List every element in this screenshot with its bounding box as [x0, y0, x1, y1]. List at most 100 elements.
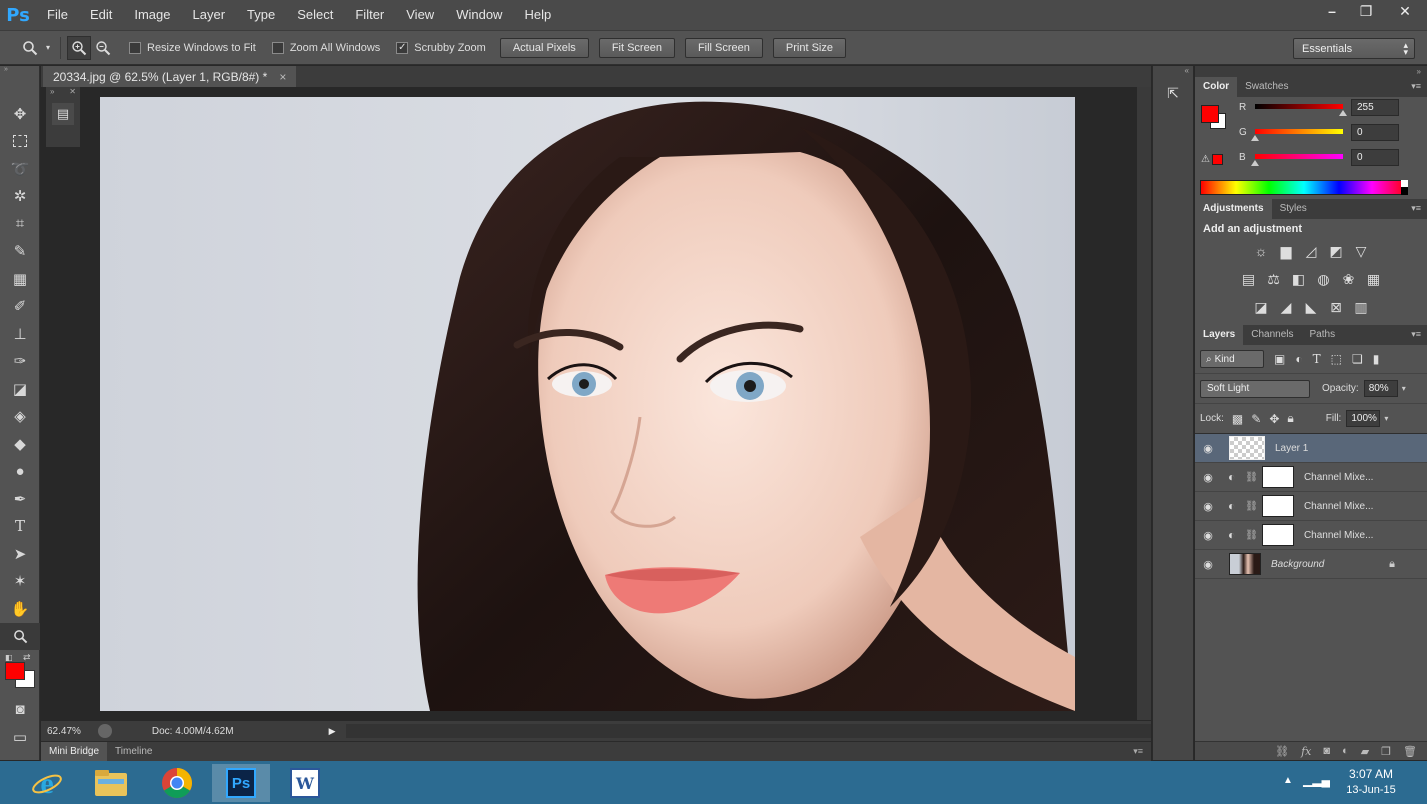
- clone-stamp-tool-icon[interactable]: ⊥: [0, 320, 40, 348]
- history-brush-tool-icon[interactable]: ✑: [0, 348, 40, 376]
- panel-menu-icon[interactable]: ▾≡: [1411, 203, 1421, 214]
- menu-select[interactable]: Select: [286, 0, 344, 30]
- new-adjustment-layer-icon[interactable]: ◐: [1342, 745, 1349, 757]
- green-value-field[interactable]: 0: [1351, 124, 1399, 141]
- brightness-contrast-icon[interactable]: ☼: [1249, 243, 1274, 259]
- healing-brush-tool-icon[interactable]: ▦: [0, 265, 40, 293]
- fill-screen-button[interactable]: Fill Screen: [684, 37, 763, 58]
- layer-row-channel-mixer[interactable]: ◉ ◐ ⛓ Channel Mixe...: [1195, 521, 1427, 550]
- dodge-tool-icon[interactable]: ●: [0, 458, 40, 486]
- menu-type[interactable]: Type: [236, 0, 286, 30]
- file-explorer-icon[interactable]: [82, 764, 140, 802]
- photoshop-taskbar-icon[interactable]: Ps: [212, 764, 270, 802]
- zoom-tool-icon[interactable]: [18, 36, 42, 60]
- lock-position-icon[interactable]: ✥: [1269, 412, 1279, 426]
- levels-icon[interactable]: ▆: [1274, 243, 1299, 260]
- default-colors-icon[interactable]: ◧: [5, 653, 13, 662]
- collapse-panels-icon[interactable]: »: [1195, 66, 1427, 77]
- filter-adjustment-icon[interactable]: ◐: [1295, 352, 1302, 366]
- canvas-image[interactable]: [100, 97, 1075, 711]
- menu-edit[interactable]: Edit: [79, 0, 123, 30]
- filter-pixel-icon[interactable]: ▣: [1274, 352, 1285, 366]
- scrubby-zoom-checkbox[interactable]: ✓ Scrubby Zoom: [396, 41, 486, 54]
- lock-image-icon[interactable]: ✎: [1251, 412, 1261, 426]
- visibility-eye-icon[interactable]: ◉: [1195, 529, 1221, 542]
- fill-dropdown-icon[interactable]: ▾: [1384, 414, 1388, 423]
- white-swatch[interactable]: [1401, 180, 1408, 187]
- new-group-folder-icon[interactable]: ▰: [1361, 745, 1369, 758]
- tab-color[interactable]: Color: [1195, 77, 1238, 97]
- document-tab[interactable]: 20334.jpg @ 62.5% (Layer 1, RGB/8#) * ×: [43, 66, 297, 87]
- lock-transparent-icon[interactable]: ▩: [1232, 412, 1243, 426]
- color-spectrum-ramp[interactable]: [1200, 180, 1408, 195]
- zoom-level[interactable]: 62.47%: [41, 726, 96, 737]
- link-layers-icon[interactable]: ⛓: [1275, 745, 1289, 758]
- expand-panel-icon[interactable]: »: [50, 87, 54, 99]
- blur-tool-icon[interactable]: ◆: [0, 430, 40, 458]
- blue-slider[interactable]: [1255, 154, 1343, 159]
- photo-filter-icon[interactable]: ◍: [1311, 271, 1336, 288]
- word-icon[interactable]: W: [276, 764, 334, 802]
- opacity-field[interactable]: 80%: [1363, 380, 1398, 397]
- system-clock[interactable]: 3:07 AM 13-Jun-15: [1336, 767, 1406, 796]
- layer-row-layer-1[interactable]: ◉ Layer 1: [1195, 434, 1427, 463]
- filter-toggle-icon[interactable]: ▮: [1373, 352, 1380, 366]
- red-value-field[interactable]: 255: [1351, 99, 1399, 116]
- selective-color-icon[interactable]: ⊠: [1324, 299, 1349, 316]
- tab-paths[interactable]: Paths: [1302, 325, 1344, 345]
- blue-slider-thumb[interactable]: [1251, 160, 1259, 166]
- visibility-eye-icon[interactable]: ◉: [1195, 442, 1221, 455]
- blend-mode-select[interactable]: Soft Light: [1200, 379, 1310, 398]
- info-icon[interactable]: [98, 724, 112, 738]
- chrome-icon[interactable]: [148, 764, 206, 802]
- hand-tool-icon[interactable]: ✋: [0, 595, 40, 623]
- hue-saturation-icon[interactable]: ▤: [1236, 271, 1261, 288]
- green-slider[interactable]: [1255, 129, 1343, 134]
- vertical-scrollbar[interactable]: [1137, 87, 1151, 720]
- print-size-button[interactable]: Print Size: [772, 37, 846, 58]
- add-mask-icon[interactable]: ◙: [1323, 745, 1330, 757]
- visibility-eye-icon[interactable]: ◉: [1195, 500, 1221, 513]
- resize-windows-checkbox[interactable]: Resize Windows to Fit: [129, 41, 256, 54]
- foreground-color-swatch[interactable]: [5, 662, 25, 680]
- menu-filter[interactable]: Filter: [344, 0, 395, 30]
- mask-link-icon[interactable]: ⛓: [1245, 501, 1258, 512]
- filter-shape-icon[interactable]: ⬚: [1331, 352, 1342, 366]
- filter-kind-select[interactable]: ⌕ Kind: [1200, 350, 1264, 368]
- layer-row-channel-mixer[interactable]: ◉ ◐ ⛓ Channel Mixe...: [1195, 492, 1427, 521]
- black-swatch[interactable]: [1401, 187, 1408, 195]
- panel-menu-icon[interactable]: ▾≡: [1133, 746, 1143, 757]
- mask-link-icon[interactable]: ⛓: [1245, 472, 1258, 483]
- status-menu-arrow-icon[interactable]: ▶: [329, 726, 336, 737]
- screen-mode-icon[interactable]: ▭: [0, 724, 40, 752]
- gradient-map-icon[interactable]: ▥: [1349, 299, 1374, 316]
- lock-all-icon[interactable]: 🔒︎: [1287, 411, 1293, 426]
- history-panel-icon[interactable]: ⇱: [1161, 85, 1185, 107]
- visibility-eye-icon[interactable]: ◉: [1195, 471, 1221, 484]
- tab-styles[interactable]: Styles: [1272, 199, 1315, 219]
- workspace-switcher[interactable]: Essentials ▴ ▾: [1293, 38, 1415, 59]
- move-tool-icon[interactable]: ✥: [0, 100, 40, 128]
- red-slider-thumb[interactable]: [1339, 110, 1347, 116]
- layer-row-background[interactable]: ◉ Background 🔒︎: [1195, 550, 1427, 579]
- menu-file[interactable]: File: [36, 0, 79, 30]
- zoom-out-icon[interactable]: [91, 36, 115, 60]
- fit-screen-button[interactable]: Fit Screen: [598, 37, 675, 58]
- menu-help[interactable]: Help: [513, 0, 562, 30]
- tab-channels[interactable]: Channels: [1243, 325, 1301, 345]
- filter-type-icon[interactable]: T: [1313, 352, 1321, 366]
- close-panel-icon[interactable]: ✕: [69, 87, 76, 99]
- tool-preset-dropdown-icon[interactable]: ▾: [42, 36, 54, 60]
- path-selection-tool-icon[interactable]: ➤: [0, 540, 40, 568]
- panel-menu-icon[interactable]: ▾≡: [1411, 81, 1421, 92]
- opacity-dropdown-icon[interactable]: ▾: [1402, 384, 1406, 393]
- crop-tool-icon[interactable]: ⌗: [0, 210, 40, 238]
- pen-tool-icon[interactable]: ✒: [0, 485, 40, 513]
- green-slider-thumb[interactable]: [1251, 135, 1259, 141]
- menu-image[interactable]: Image: [123, 0, 181, 30]
- new-layer-icon[interactable]: ❐: [1381, 745, 1391, 758]
- restore-button[interactable]: ❐: [1349, 0, 1383, 22]
- tab-mini-bridge[interactable]: Mini Bridge: [41, 742, 108, 761]
- menu-layer[interactable]: Layer: [182, 0, 237, 30]
- filter-smart-object-icon[interactable]: ❏: [1352, 352, 1363, 366]
